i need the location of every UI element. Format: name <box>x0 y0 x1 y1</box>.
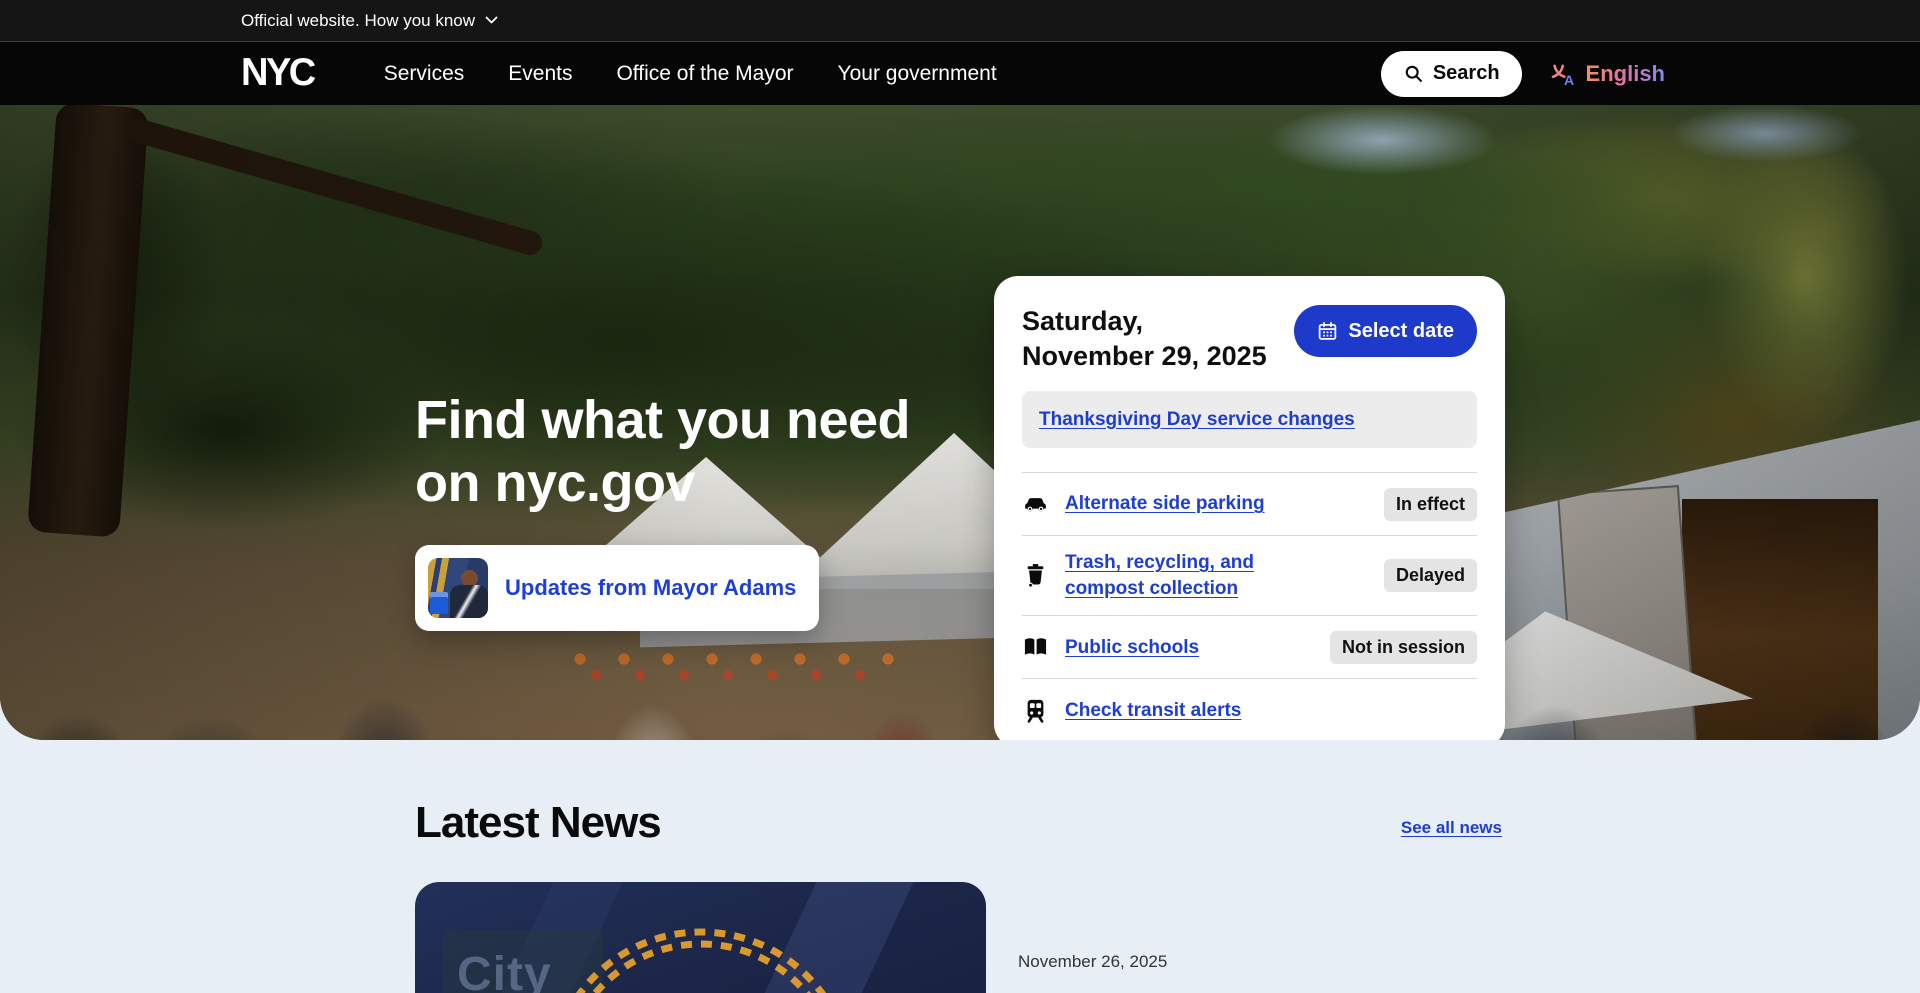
mayor-photo-podium-sign <box>430 592 448 614</box>
nav-menu: Services Events Office of the Mayor Your… <box>384 62 997 86</box>
nyc-gov-homepage: Official website. How you know NYC Servi… <box>0 0 1920 993</box>
service-row-left: Alternate side parking <box>1022 491 1265 518</box>
nav-item-your-government[interactable]: Your government <box>838 62 997 86</box>
mayor-photo-thumbnail <box>428 558 488 618</box>
news-article-card[interactable]: City Hall <box>415 882 986 993</box>
hero-section: Find what you need on nyc.gov Updates fr… <box>0 105 1920 740</box>
service-row-trash-collection: Trash, recycling, and compost collection… <box>1022 535 1477 615</box>
mayor-photo-suit <box>450 585 488 618</box>
hero-heading-line2: on nyc.gov <box>415 452 910 515</box>
service-status-list: Alternate side parking In effect Trash, … <box>1022 472 1477 740</box>
public-schools-link[interactable]: Public schools <box>1065 635 1199 661</box>
svg-text:A: A <box>1564 72 1574 87</box>
service-status-card: Saturday, November 29, 2025 Select date … <box>994 276 1505 740</box>
trash-icon <box>1022 562 1049 589</box>
see-all-news-link[interactable]: See all news <box>1401 818 1502 838</box>
nav-item-services[interactable]: Services <box>384 62 465 86</box>
latest-news-heading: Latest News <box>415 798 661 848</box>
how-you-know-button[interactable]: Official website. How you know <box>241 11 498 31</box>
chevron-down-icon <box>485 16 498 25</box>
nyc-logo[interactable]: NYC <box>241 52 314 96</box>
calendar-icon <box>1317 320 1338 342</box>
alternate-side-parking-link[interactable]: Alternate side parking <box>1065 491 1265 517</box>
car-icon <box>1022 491 1049 518</box>
status-badge: Delayed <box>1384 559 1477 592</box>
official-website-label: Official website. How you know <box>241 11 475 31</box>
mayor-card-label: Updates from Mayor Adams <box>505 575 796 601</box>
nav-item-events[interactable]: Events <box>508 62 572 86</box>
search-label: Search <box>1433 62 1500 85</box>
hero-heading: Find what you need on nyc.gov <box>415 389 910 515</box>
service-row-public-schools: Public schools Not in session <box>1022 615 1477 678</box>
train-icon <box>1022 697 1049 724</box>
select-date-label: Select date <box>1348 320 1454 343</box>
status-badge: Not in session <box>1330 631 1477 664</box>
language-selector[interactable]: A English <box>1550 60 1665 87</box>
translate-icon: A <box>1550 60 1578 87</box>
service-row-transit-alerts: Check transit alerts <box>1022 678 1477 740</box>
service-row-left: Check transit alerts <box>1022 697 1241 724</box>
language-label: English <box>1586 61 1665 87</box>
service-row-alternate-side-parking: Alternate side parking In effect <box>1022 472 1477 535</box>
search-icon <box>1403 63 1424 84</box>
trash-recycling-compost-link[interactable]: Trash, recycling, and compost collection <box>1065 550 1305 601</box>
news-article-date: November 26, 2025 <box>1018 952 1167 972</box>
service-row-left: Public schools <box>1022 634 1199 661</box>
nav-item-office-of-the-mayor[interactable]: Office of the Mayor <box>616 62 793 86</box>
holiday-banner: Thanksgiving Day service changes <box>1022 391 1477 448</box>
status-badge: In effect <box>1384 488 1477 521</box>
select-date-button[interactable]: Select date <box>1294 305 1477 357</box>
thanksgiving-service-changes-link[interactable]: Thanksgiving Day service changes <box>1039 409 1355 431</box>
book-icon <box>1022 634 1049 661</box>
nav-right-group: Search A Engl <box>1381 42 1665 105</box>
search-button[interactable]: Search <box>1381 51 1522 97</box>
nyc-seal-illustration <box>536 902 866 993</box>
check-transit-alerts-link[interactable]: Check transit alerts <box>1065 698 1241 724</box>
hero-heading-line1: Find what you need <box>415 389 910 452</box>
service-row-left: Trash, recycling, and compost collection <box>1022 550 1305 601</box>
main-navbar: NYC Services Events Office of the Mayor … <box>0 42 1920 105</box>
official-website-bar: Official website. How you know <box>0 0 1920 42</box>
photo-dark-overlay <box>0 105 1920 740</box>
mayor-updates-card[interactable]: Updates from Mayor Adams <box>415 545 819 631</box>
